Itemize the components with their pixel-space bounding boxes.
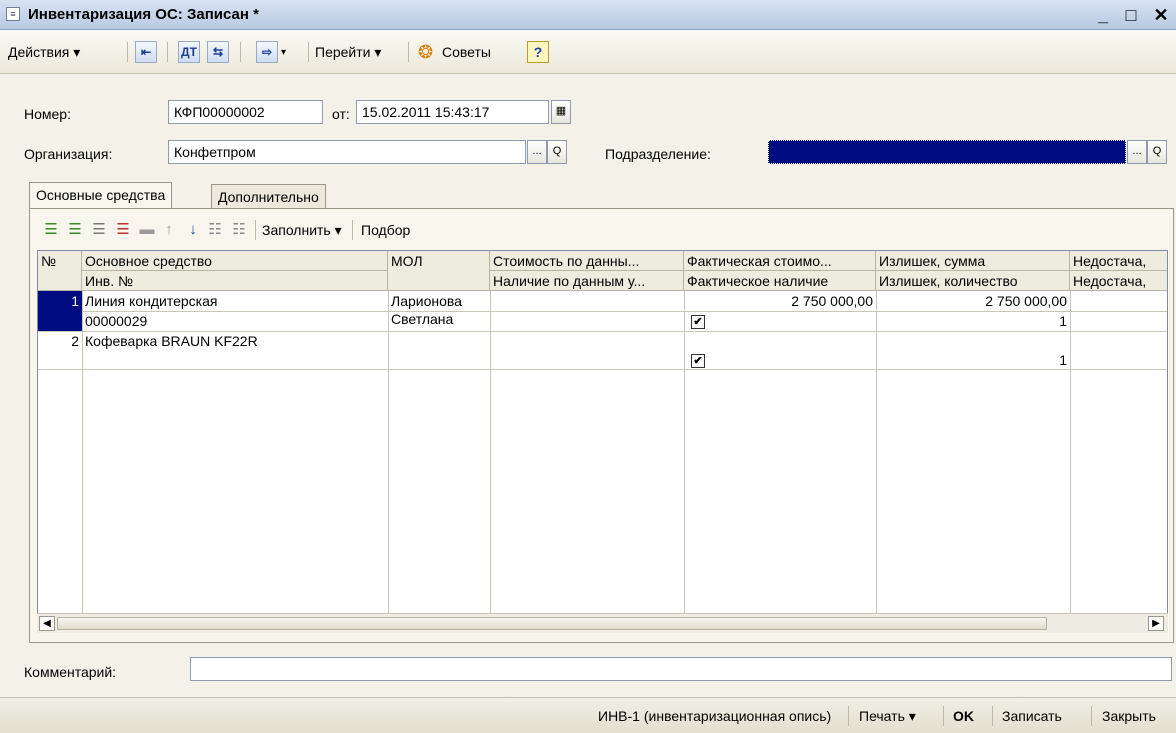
toolbar-separator [992, 706, 993, 726]
column-header-book-presence[interactable]: Наличие по данным у... [490, 271, 684, 291]
inv1-print-button[interactable]: ИНВ-1 (инвентаризационная опись) [598, 704, 831, 728]
surplus-sum-cell[interactable]: 2 750 000,00 [876, 291, 1070, 311]
fact-presence-checkbox[interactable]: ✔ [691, 354, 705, 368]
fact-presence-checkbox[interactable]: ✔ [691, 315, 705, 329]
number-field[interactable]: КФП00000002 [168, 100, 323, 124]
asset-cell[interactable]: Линия кондитерская [82, 291, 388, 311]
column-header-inventory-number[interactable]: Инв. № [82, 271, 388, 291]
division-label: Подразделение: [605, 146, 711, 162]
horizontal-scrollbar[interactable]: ◀ ▶ [37, 613, 1168, 633]
toolbar-separator [848, 706, 849, 726]
toolbar-separator [308, 42, 309, 62]
toolbar-separator [352, 220, 353, 240]
column-header-shortage-qty[interactable]: Недостача, [1070, 271, 1167, 291]
toolbar: Действия ▾ ⇤ ДТ ⇆ ⇨ ▾ Перейти ▾ ❂ Советы… [0, 30, 1176, 74]
grid-line [684, 291, 685, 614]
goto-menu[interactable]: Перейти ▾ [315, 40, 381, 64]
inventory-number-cell[interactable]: 00000029 [82, 311, 388, 331]
toolbar-separator [127, 42, 128, 62]
date-field[interactable]: 15.02.2011 15:43:17 [356, 100, 549, 124]
row-number-cell[interactable]: 2 [38, 331, 82, 351]
toolbar-separator [167, 42, 168, 62]
copy-row-icon[interactable]: ☰ [66, 221, 84, 239]
print-menu[interactable]: Печать ▾ [859, 704, 916, 728]
assets-table[interactable]: № Основное средство МОЛ Стоимость по дан… [37, 250, 1168, 633]
surplus-qty-cell[interactable]: 1 [876, 311, 1070, 331]
add-row-icon[interactable]: ☰ [42, 221, 60, 239]
organization-select-button[interactable]: ... [527, 140, 547, 164]
row-number-cell[interactable]: 1 [38, 291, 82, 331]
chevron-down-icon[interactable]: ▾ [281, 41, 286, 65]
actions-menu[interactable]: Действия ▾ [8, 40, 80, 64]
structure-icon[interactable]: ⇆ [207, 41, 229, 63]
help-button[interactable]: ? [527, 41, 549, 63]
organization-field[interactable]: Конфетпром [168, 140, 526, 164]
column-header-shortage-sum[interactable]: Недостача, [1070, 251, 1167, 271]
post-and-close-icon[interactable]: ⇤ [135, 41, 157, 63]
toolbar-separator [1091, 706, 1092, 726]
scroll-right-icon[interactable]: ▶ [1148, 616, 1164, 631]
tab-fixed-assets[interactable]: Основные средства [29, 182, 173, 209]
toolbar-separator [255, 220, 256, 240]
ok-button[interactable]: OK [953, 704, 974, 728]
column-header-asset[interactable]: Основное средство [82, 251, 388, 271]
column-header-mol[interactable]: МОЛ [388, 251, 490, 291]
tips-icon[interactable]: ❂ [418, 40, 433, 64]
sort-asc-icon[interactable]: ☷ [206, 221, 224, 239]
date-label: от: [332, 106, 350, 122]
delete-row-icon[interactable]: ☰ [114, 221, 132, 239]
tips-button[interactable]: Советы [442, 40, 491, 64]
minimize-button[interactable]: _ [1090, 3, 1116, 27]
toolbar-separator [408, 42, 409, 62]
division-select-button[interactable]: ... [1127, 140, 1147, 164]
window-menu-icon[interactable]: ≡ [6, 7, 20, 21]
grid-line [1070, 291, 1071, 614]
asset-cell[interactable]: Кофеварка BRAUN KF22R [82, 331, 388, 351]
column-header-fact-cost[interactable]: Фактическая стоимо... [684, 251, 876, 271]
comment-field[interactable] [190, 657, 1172, 681]
column-header-surplus-qty[interactable]: Излишек, количество [876, 271, 1070, 291]
grid-line [876, 291, 877, 614]
scroll-thumb[interactable] [57, 617, 1047, 630]
fact-cost-cell[interactable]: 2 750 000,00 [684, 291, 876, 311]
toolbar-separator [943, 706, 944, 726]
surplus-qty-cell[interactable]: 1 [876, 350, 1070, 370]
number-label: Номер: [24, 106, 71, 122]
column-header-surplus-sum[interactable]: Излишек, сумма [876, 251, 1070, 271]
organization-label: Организация: [24, 146, 113, 162]
division-field[interactable] [768, 140, 1126, 164]
column-header-book-cost[interactable]: Стоимость по данны... [490, 251, 684, 271]
footer-bar: ИНВ-1 (инвентаризационная опись) Печать … [0, 697, 1176, 733]
close-button[interactable]: Закрыть [1102, 704, 1156, 728]
scroll-left-icon[interactable]: ◀ [39, 616, 55, 631]
window-title: Инвентаризация ОС: Записан * [28, 6, 259, 23]
mol-cell[interactable]: Ларионова [388, 291, 490, 311]
create-based-on-icon[interactable]: ⇨ [256, 41, 278, 63]
move-down-icon[interactable]: ↓ [184, 221, 202, 239]
end-edit-icon[interactable]: ▬ [138, 221, 156, 239]
grid-line [388, 291, 389, 614]
pick-button[interactable]: Подбор [361, 215, 410, 245]
column-header-number[interactable]: № [38, 251, 82, 291]
organization-open-icon[interactable]: Q [547, 140, 567, 164]
toolbar-separator [240, 42, 241, 62]
sort-desc-icon[interactable]: ☷ [230, 221, 248, 239]
window-titlebar: ≡ Инвентаризация ОС: Записан * _ □ ✕ [0, 0, 1176, 30]
comment-label: Комментарий: [24, 664, 117, 680]
post-document-icon[interactable]: ДТ [178, 41, 200, 63]
maximize-button[interactable]: □ [1118, 3, 1144, 27]
column-header-fact-presence[interactable]: Фактическое наличие [684, 271, 876, 291]
save-button[interactable]: Записать [1002, 704, 1062, 728]
mol-cell-line2: Светлана [391, 311, 454, 327]
edit-row-icon[interactable]: ☰ [90, 221, 108, 239]
move-up-icon[interactable]: ↑ [160, 221, 178, 239]
division-open-icon[interactable]: Q [1147, 140, 1167, 164]
tab-additional[interactable]: Дополнительно [211, 184, 326, 209]
calendar-icon[interactable]: ▦ [551, 100, 571, 124]
close-window-button[interactable]: ✕ [1148, 3, 1174, 27]
fill-menu[interactable]: Заполнить ▾ [262, 215, 342, 245]
grid-line [490, 291, 491, 614]
